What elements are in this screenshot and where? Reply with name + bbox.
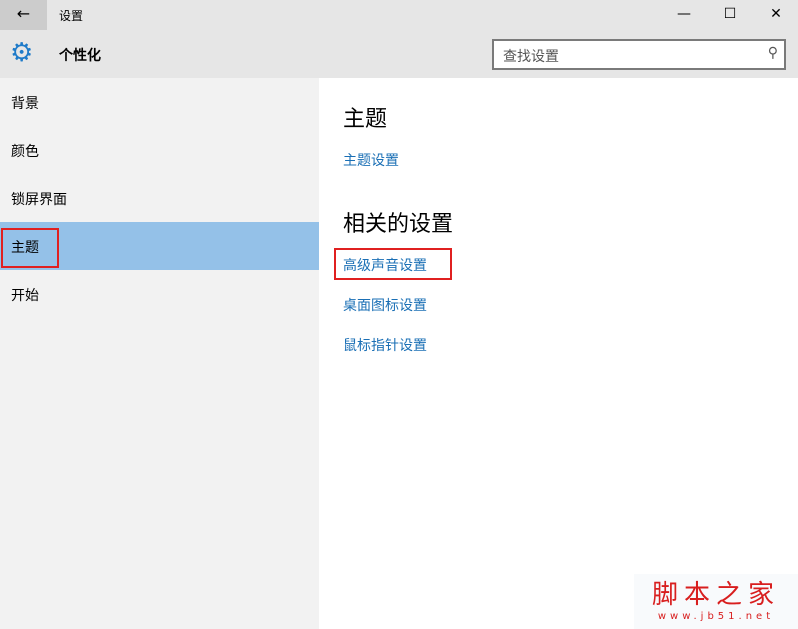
minimize-button[interactable]: — — [661, 0, 707, 30]
gear-icon: ⚙ — [10, 38, 34, 68]
sidebar-item-colors[interactable]: 颜色 — [0, 126, 319, 174]
watermark: 脚本之家 www.jb51.net — [634, 574, 798, 629]
maximize-button[interactable]: ☐ — [707, 0, 753, 30]
sidebar-item-background[interactable]: 背景 — [0, 78, 319, 126]
window-title: 设置 — [59, 9, 84, 23]
mouse-pointer-settings-link[interactable]: 鼠标指针设置 — [343, 335, 427, 355]
back-button[interactable]: ← — [0, 0, 47, 30]
highlight-box — [334, 248, 452, 280]
search-placeholder: 查找设置 — [503, 49, 559, 65]
search-input[interactable]: 查找设置 ⚲ — [492, 39, 786, 70]
title-bar: ← 设置 — ☐ ✕ — [0, 0, 798, 30]
desktop-icon-settings-link[interactable]: 桌面图标设置 — [343, 295, 427, 315]
highlight-box — [1, 228, 59, 268]
section-heading-related: 相关的设置 — [343, 212, 454, 237]
section-heading-themes: 主题 — [343, 107, 388, 132]
close-button[interactable]: ✕ — [753, 0, 798, 30]
page-title: 个性化 — [59, 48, 101, 64]
search-icon[interactable]: ⚲ — [768, 45, 778, 61]
sidebar: 背景 颜色 锁屏界面 主题 开始 — [0, 78, 319, 629]
sidebar-item-lock-screen[interactable]: 锁屏界面 — [0, 174, 319, 222]
watermark-name: 脚本之家 — [651, 580, 780, 610]
watermark-url: www.jb51.net — [657, 611, 775, 622]
header: ⚙ 个性化 查找设置 ⚲ — [0, 30, 798, 78]
sidebar-item-start[interactable]: 开始 — [0, 270, 319, 318]
theme-settings-link[interactable]: 主题设置 — [343, 150, 399, 170]
